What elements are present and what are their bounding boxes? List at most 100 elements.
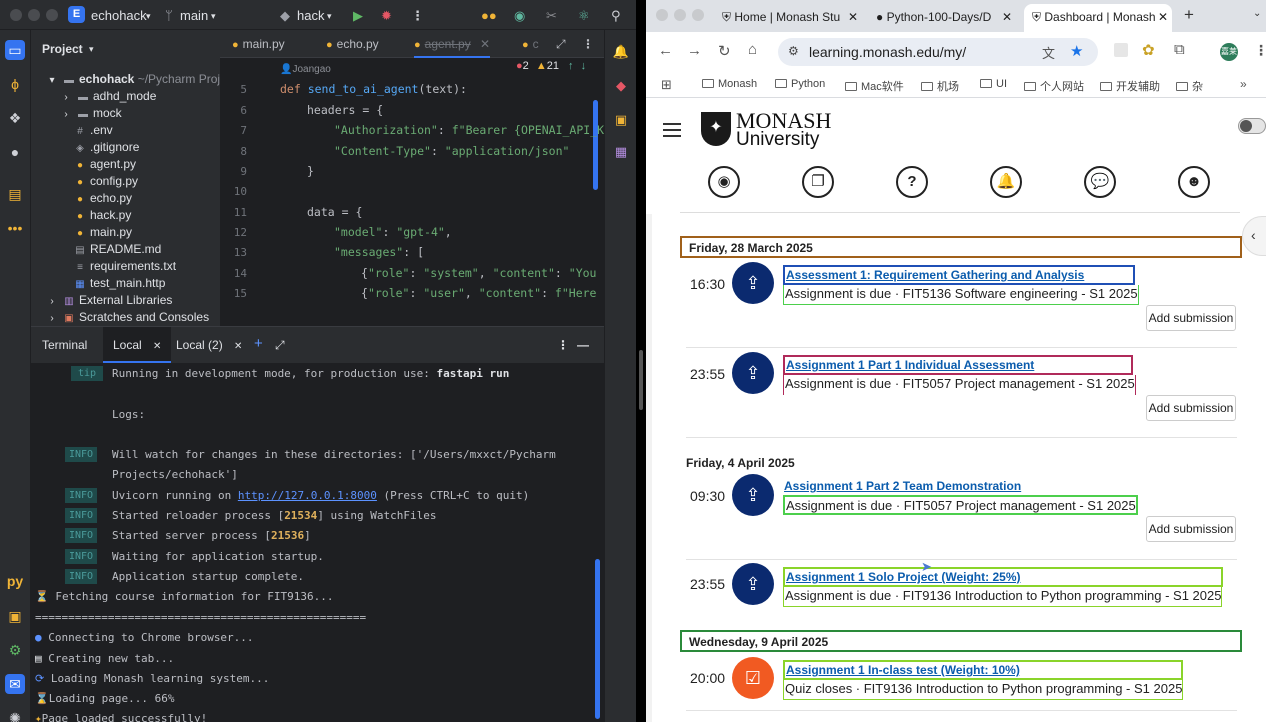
close-tab-icon[interactable]: ✕ xyxy=(153,341,161,352)
translate-icon[interactable]: 文 xyxy=(1042,43,1055,62)
branch-switcher[interactable]: main xyxy=(180,8,208,23)
maximize-window-button[interactable] xyxy=(46,9,58,21)
terminal-icon[interactable]: ✉ xyxy=(5,674,25,694)
tree-item-adhd-mode[interactable]: › ▬ adhd_mode xyxy=(59,89,156,103)
divider-handle[interactable] xyxy=(639,350,643,410)
maximize-editor-icon[interactable]: ⤢ xyxy=(556,37,566,52)
notifications-icon[interactable]: 🔔 xyxy=(990,166,1022,198)
bookmark-folder[interactable]: UI xyxy=(980,78,1007,90)
bookmark-star-icon[interactable]: ★ xyxy=(1070,42,1083,60)
monash-logo-subtext[interactable]: University xyxy=(736,130,819,150)
tab-terminal-local[interactable]: Local ✕ xyxy=(103,327,172,363)
sciview-icon[interactable]: ▦ xyxy=(611,142,631,162)
tree-item-config-py[interactable]: ● config.py xyxy=(73,174,138,188)
tab-main-py[interactable]: ● main.py xyxy=(232,37,285,51)
tree-item-scratches[interactable]: › ▣ Scratches and Consoles xyxy=(45,310,209,324)
tab-agent-py[interactable]: ● agent.py ✕ xyxy=(414,30,491,58)
tree-item-external-libraries[interactable]: › ▥ External Libraries xyxy=(45,293,172,307)
run-config-selector[interactable]: hack xyxy=(297,8,324,23)
extension-gear-icon[interactable]: ✿ xyxy=(1142,41,1155,59)
code-with-me-icon[interactable]: ●● xyxy=(481,8,497,23)
chevron-down-icon[interactable]: ▾ xyxy=(89,44,94,55)
tree-item-readme[interactable]: ▤ README.md xyxy=(73,242,161,256)
close-window-button[interactable] xyxy=(656,9,668,21)
tree-item-main-py[interactable]: ● main.py xyxy=(73,225,132,239)
profile-avatar[interactable]: 嘉莱 xyxy=(1220,43,1238,61)
database-icon[interactable]: ▣ xyxy=(611,110,631,130)
project-switcher[interactable]: echohack xyxy=(91,8,147,23)
bookmark-folder[interactable]: Monash xyxy=(702,78,757,90)
tab-echo-py[interactable]: ● echo.py xyxy=(326,37,379,51)
forward-icon[interactable]: → xyxy=(687,42,702,59)
minimize-window-button[interactable] xyxy=(28,9,40,21)
bookmark-folder[interactable]: Mac软件 xyxy=(845,78,904,94)
tree-item-gitignore[interactable]: ◈ .gitignore xyxy=(73,140,139,154)
debug-icon[interactable]: ✹ xyxy=(381,8,392,24)
arrow-up-icon[interactable]: ↑ xyxy=(568,60,574,72)
github-icon[interactable]: ● xyxy=(5,142,25,162)
minimize-window-button[interactable] xyxy=(674,9,686,21)
site-info-icon[interactable]: ⚙ xyxy=(788,44,799,58)
bookmark-folder[interactable]: Python xyxy=(775,78,825,90)
code-editor[interactable]: ● main.py ● echo.py ● agent.py ✕ ● c ⤢ ⋮ 👤Jo… xyxy=(220,30,617,326)
problems-icon[interactable]: ▣ xyxy=(5,606,25,626)
bookmark-folder[interactable]: 机场 xyxy=(921,78,959,94)
close-window-button[interactable] xyxy=(10,9,22,21)
bookmark-folder[interactable]: 个人网站 xyxy=(1024,78,1084,94)
new-tab-plus-icon[interactable]: + xyxy=(1184,5,1194,25)
search-icon[interactable]: ◉ xyxy=(708,166,740,198)
terminal-options-icon[interactable]: ⋮ xyxy=(557,338,569,352)
browser-tab-home[interactable]: ⛨ Home | Monash Stu ✕ xyxy=(714,4,862,32)
structure-icon[interactable]: ❖ xyxy=(5,108,25,128)
tree-item-agent-py[interactable]: ● agent.py xyxy=(73,157,136,171)
server-url-link[interactable]: http://127.0.0.1:8000 xyxy=(238,489,377,502)
more-bookmarks-icon[interactable]: » xyxy=(1240,77,1247,91)
bookmarks-icon[interactable]: ▤ xyxy=(5,184,25,204)
reload-icon[interactable]: ↻ xyxy=(718,42,731,60)
settings-tools-icon[interactable]: ✂ xyxy=(546,8,557,24)
back-icon[interactable]: ← xyxy=(658,42,673,59)
more-icon[interactable]: ••• xyxy=(5,218,25,238)
hamburger-menu-icon[interactable] xyxy=(663,123,681,125)
editor-scrollbar[interactable] xyxy=(593,100,598,190)
run-icon[interactable]: ▶ xyxy=(353,8,363,24)
close-tab-icon[interactable]: ✕ xyxy=(1002,10,1012,24)
git-icon[interactable]: ✺ xyxy=(5,708,25,722)
tree-item-test-main-http[interactable]: ▦ test_main.http xyxy=(73,276,165,290)
tab-terminal-local-2[interactable]: Local (2) ✕ xyxy=(176,338,242,352)
apps-grid-icon[interactable]: ⊞ xyxy=(661,77,672,93)
more-actions-icon[interactable]: ⋮ xyxy=(411,8,424,24)
window-divider[interactable] xyxy=(636,0,646,722)
tab-options-icon[interactable]: ⋮ xyxy=(582,37,594,51)
close-tab-icon[interactable]: ✕ xyxy=(848,10,858,24)
user-icon[interactable]: ☻ xyxy=(1178,166,1210,198)
maximize-window-button[interactable] xyxy=(692,9,704,21)
help-icon[interactable]: ? xyxy=(896,166,928,198)
tree-item-mock[interactable]: › ▬ mock xyxy=(59,106,121,120)
theme-toggle[interactable] xyxy=(1238,118,1266,134)
notifications-icon[interactable]: 🔔 xyxy=(611,42,631,62)
drawer-toggle-chevron-icon[interactable]: ‹ xyxy=(1242,216,1266,256)
extension-icon[interactable] xyxy=(1114,43,1128,57)
book-icon[interactable]: ❐ xyxy=(802,166,834,198)
address-bar[interactable]: ⚙ learning.monash.edu/my/ 文 ★ xyxy=(778,38,1098,66)
maximize-panel-icon[interactable]: ⤢ xyxy=(275,338,285,353)
monash-crest-icon[interactable]: ✦ xyxy=(701,112,731,146)
add-submission-button[interactable]: Add submission xyxy=(1146,305,1236,331)
close-tab-icon[interactable]: ✕ xyxy=(234,341,242,352)
event-title-link[interactable]: Assignment 1 In-class test (Weight: 10%) xyxy=(783,660,1183,680)
browser-tab-dashboard[interactable]: ⛨ Dashboard | Monash ✕ xyxy=(1024,4,1172,32)
project-icon[interactable]: ▭ xyxy=(5,40,25,60)
tree-item-requirements[interactable]: ≡ requirements.txt xyxy=(73,259,176,273)
react-plugin-icon[interactable]: ⚛ xyxy=(578,8,590,24)
tree-item-hack-py[interactable]: ● hack.py xyxy=(73,208,131,222)
bookmark-folder[interactable]: 杂 xyxy=(1176,78,1203,94)
bookmark-folder[interactable]: 开发辅助 xyxy=(1100,78,1160,94)
add-submission-button[interactable]: Add submission xyxy=(1146,395,1236,421)
browser-menu-icon[interactable]: ⋮ xyxy=(1254,42,1266,59)
extensions-puzzle-icon[interactable]: ⧉ xyxy=(1174,41,1185,58)
new-tab-plus-icon[interactable]: + xyxy=(254,335,263,352)
monash-logo-text[interactable]: MONASH xyxy=(736,110,831,132)
add-submission-button[interactable]: Add submission xyxy=(1146,516,1236,542)
close-tab-icon[interactable]: ✕ xyxy=(480,37,490,51)
